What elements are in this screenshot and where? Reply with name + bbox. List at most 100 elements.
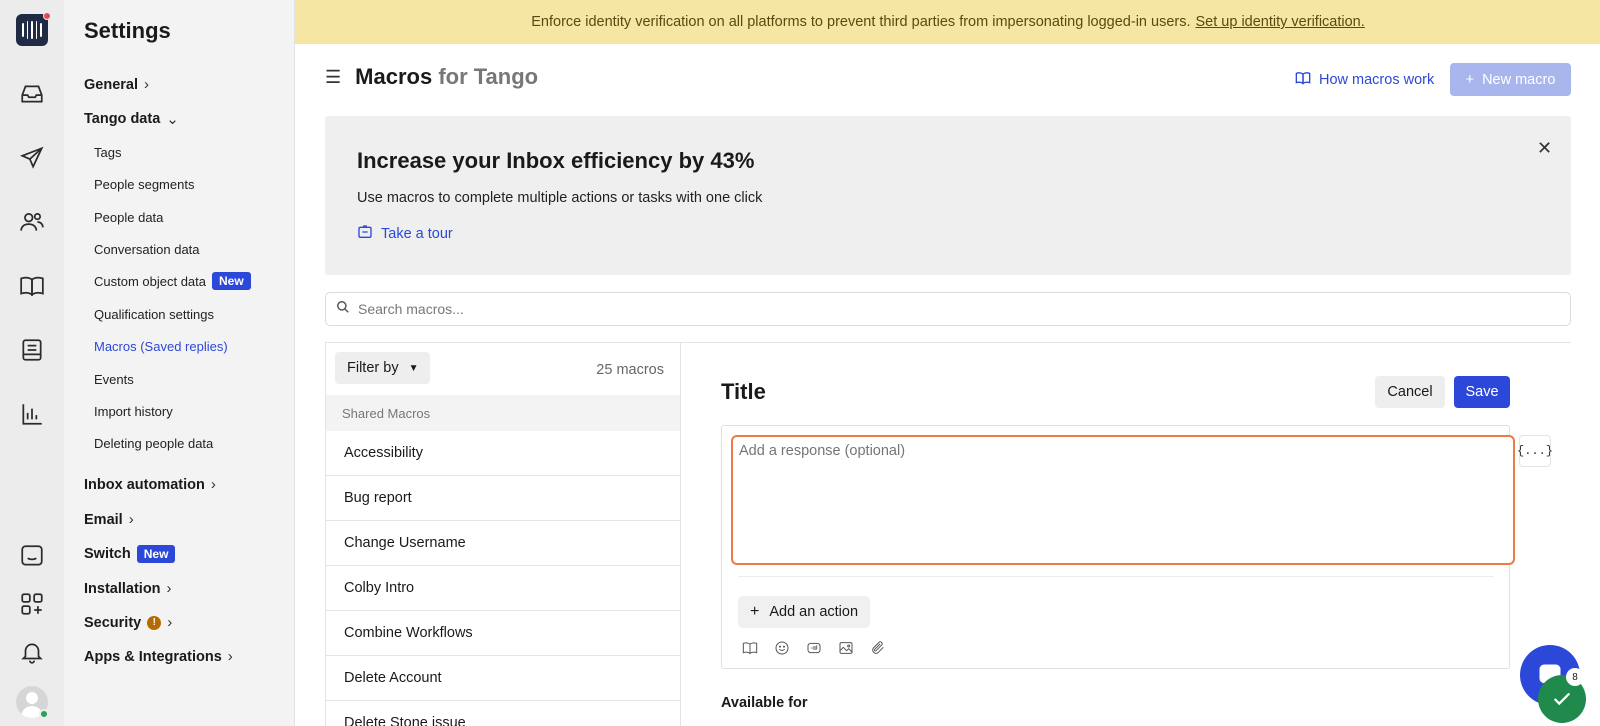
knowledge-icon[interactable] [16,270,48,302]
new-badge: New [212,272,251,290]
nav-item-people-data[interactable]: People data [94,210,163,225]
response-textarea[interactable] [731,435,1515,565]
nav-group-apps-integrations[interactable]: Apps & Integrations › [84,648,233,665]
emoji-icon[interactable] [774,640,790,656]
page-header: ☰ Macros for Tango [325,64,538,90]
nav-group-installation[interactable]: Installation › [84,580,172,597]
nav-group-label: Installation [84,580,161,597]
nav-item-custom-object-data[interactable]: Custom object data New [94,272,251,290]
checkmark-icon [1553,692,1571,706]
macro-title-field[interactable]: Title [721,379,766,405]
compose-box: + Add an action [721,425,1515,669]
chevron-right-icon: › [210,476,216,493]
nav-item-qualification-settings[interactable]: Qualification settings [94,307,214,322]
save-button[interactable]: Save [1454,376,1510,408]
nav-item-deleting-people-data[interactable]: Deleting people data [94,436,213,451]
apps-icon[interactable] [16,588,48,620]
group-header: Shared Macros [326,395,680,431]
chevron-right-icon: › [227,648,233,665]
cancel-button[interactable]: Cancel [1375,376,1445,408]
plus-icon: + [750,603,760,620]
setup-identity-link[interactable]: Set up identity verification. [1196,14,1365,30]
nav-item-macros[interactable]: Macros (Saved replies) [94,339,228,354]
macro-item[interactable]: Accessibility [326,431,680,476]
close-icon[interactable]: ✕ [1537,138,1552,159]
macro-item[interactable]: Delete Account [326,656,680,701]
book-icon [1295,70,1311,90]
macro-item[interactable]: Colby Intro [326,566,680,611]
menu-icon[interactable]: ☰ [325,67,341,88]
chevron-right-icon: › [166,580,172,597]
chevron-down-icon: ⌄ [166,111,179,128]
online-status-dot [39,709,49,719]
nav-group-switch[interactable]: Switch New [84,545,176,563]
settings-title: Settings [84,18,171,43]
tour-icon [357,224,373,244]
filter-label: Filter by [347,360,399,376]
take-tour-link[interactable]: Take a tour [357,224,453,244]
main-content: Enforce identity verification on all pla… [294,0,1600,726]
nav-group-inbox-automation[interactable]: Inbox automation › [84,476,216,493]
settings-nav: Settings General › Tango data ⌄ Tags Peopl… [64,0,294,726]
macro-item[interactable]: Delete Stone issue [326,701,680,726]
tour-label: Take a tour [381,226,453,242]
macro-item[interactable]: Change Username [326,521,680,566]
outbound-icon[interactable] [16,142,48,174]
filter-button[interactable]: Filter by ▼ [335,352,431,384]
new-macro-button[interactable]: + New macro [1450,63,1571,96]
compose-toolbar [742,640,886,656]
page-title-main: Macros [355,64,433,89]
warning-icon: ! [147,615,162,630]
nav-item-tags[interactable]: Tags [94,145,121,160]
unread-count-badge: 8 [1566,668,1584,686]
messenger-icon[interactable] [16,540,48,572]
search-icon [336,300,350,319]
contacts-icon[interactable] [16,206,48,238]
image-icon[interactable] [838,640,854,656]
notification-dot [43,12,51,20]
attachment-icon[interactable] [870,640,886,656]
nav-group-label: Apps & Integrations [84,648,222,665]
promo-description: Use macros to complete multiple actions … [357,190,763,206]
article-icon[interactable] [742,640,758,656]
nav-group-label: Switch [84,546,131,562]
macro-item[interactable]: Combine Workflows [326,611,680,656]
notifications-icon[interactable] [16,636,48,668]
add-action-label: Add an action [769,604,859,620]
divider [738,576,1494,577]
macro-editor: Title Cancel Save + Add an action {...} … [681,342,1571,726]
caret-down-icon: ▼ [408,362,419,374]
chevron-right-icon: › [128,511,134,528]
nav-group-security[interactable]: Security ! › [84,614,172,631]
nav-item-events[interactable]: Events [94,372,134,387]
plus-icon: + [1465,71,1475,88]
nav-item-import-history[interactable]: Import history [94,404,173,419]
macro-list: Accessibility Bug report Change Username… [326,431,680,726]
search-input[interactable] [358,301,1508,317]
add-action-button[interactable]: + Add an action [738,596,871,628]
nav-group-general[interactable]: General › [84,76,149,93]
new-macro-label: New macro [1482,71,1556,88]
nav-group-email[interactable]: Email › [84,511,134,528]
identity-verification-banner: Enforce identity verification on all pla… [295,0,1600,44]
how-link-label: How macros work [1319,72,1435,88]
search-bar [325,292,1571,326]
banner-text: Enforce identity verification on all pla… [531,14,1191,30]
gif-icon[interactable] [806,640,822,656]
page-title: Macros for Tango [355,64,538,90]
nav-group-label: Email [84,511,123,528]
macro-count: 25 macros [596,362,664,378]
nav-item-conversation-data[interactable]: Conversation data [94,242,200,257]
available-for-label: Available for [721,695,808,711]
insert-variable-button[interactable]: {...} [1517,435,1553,467]
chevron-right-icon: › [167,614,173,631]
macro-item[interactable]: Bug report [326,476,680,521]
page-title-workspace: for Tango [438,64,539,89]
nav-item-people-segments[interactable]: People segments [94,177,194,192]
reports-panel-icon[interactable] [16,334,48,366]
nav-group-tango-data[interactable]: Tango data ⌄ [84,110,179,128]
how-macros-work-link[interactable]: How macros work [1295,70,1434,90]
chart-icon[interactable] [16,398,48,430]
inbox-icon[interactable] [16,78,48,110]
nav-group-label: Tango data [84,111,161,127]
